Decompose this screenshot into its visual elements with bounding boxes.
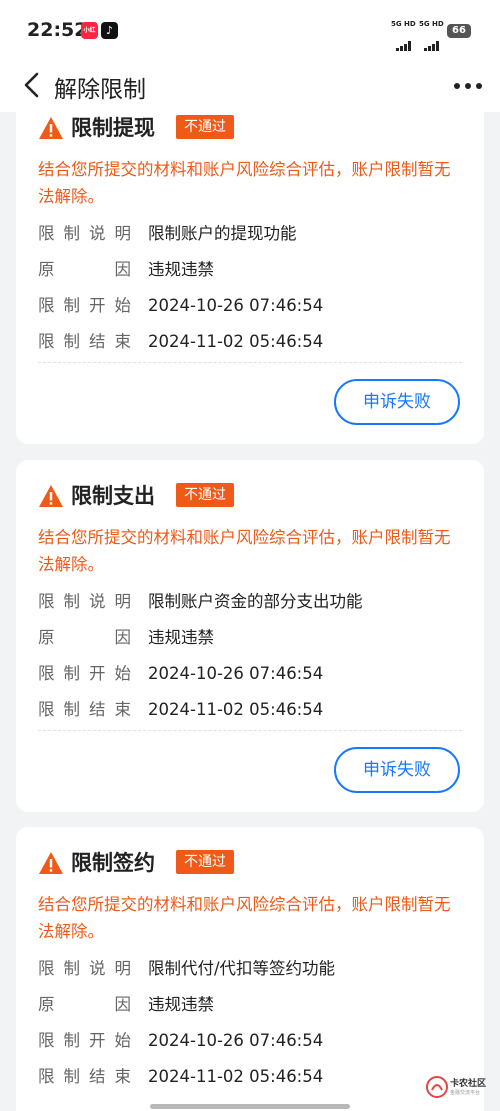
detail-key: 原因 <box>38 628 131 647</box>
detail-value: 违规违禁 <box>148 995 214 1014</box>
detail-row: 限制开始 2024-10-26 07:46:54 <box>38 288 462 324</box>
detail-key: 限制说明 <box>38 224 131 243</box>
divider <box>38 362 462 363</box>
warning-icon <box>39 117 63 139</box>
detail-row: 原因 违规违禁 <box>38 987 462 1023</box>
appeal-failed-button[interactable]: 申诉失败 <box>334 747 460 793</box>
card-title: 限制支出 <box>71 484 155 508</box>
detail-value: 2024-10-26 07:46:54 <box>148 296 324 315</box>
appeal-failed-button[interactable]: 申诉失败 <box>334 379 460 425</box>
more-dots-icon[interactable] <box>452 76 484 96</box>
status-badge: 不通过 <box>176 115 234 139</box>
content-scroll[interactable]: 限制提现 不通过 结合您所提交的材料和账户风险综合评估，账户限制暂无法解除。 限… <box>0 112 500 1111</box>
detail-row: 限制开始 2024-10-26 07:46:54 <box>38 656 462 692</box>
status-bar: 22:52 小红书 ♪ 5G HD 5G HD 66 <box>0 0 500 60</box>
watermark-text: 卡农社区 <box>450 1079 487 1089</box>
detail-key: 限制说明 <box>38 959 131 978</box>
card-description: 结合您所提交的材料和账户风险综合评估，账户限制暂无法解除。 <box>38 528 451 574</box>
restriction-card-withdraw: 限制提现 不通过 结合您所提交的材料和账户风险综合评估，账户限制暂无法解除。 限… <box>16 112 484 444</box>
watermark-subtext: 金融交流平台 <box>450 1090 481 1096</box>
detail-key: 原因 <box>38 995 131 1014</box>
warning-icon <box>39 852 63 874</box>
signal-label-2: 5G HD <box>419 20 444 28</box>
battery-icon: 66 <box>447 24 471 38</box>
card-description: 结合您所提交的材料和账户风险综合评估，账户限制暂无法解除。 <box>38 895 451 941</box>
status-badge: 不通过 <box>176 850 234 874</box>
card-title: 限制提现 <box>71 116 155 140</box>
status-time: 22:52 <box>27 19 88 41</box>
detail-value: 2024-11-02 05:46:54 <box>148 332 324 351</box>
detail-key: 限制开始 <box>38 296 131 315</box>
detail-value: 违规违禁 <box>148 628 214 647</box>
page-title: 解除限制 <box>54 77 146 103</box>
detail-value: 2024-10-26 07:46:54 <box>148 664 324 683</box>
detail-row: 限制结束 2024-11-02 05:46:54 <box>38 1059 462 1095</box>
restriction-card-expense: 限制支出 不通过 结合您所提交的材料和账户风险综合评估，账户限制暂无法解除。 限… <box>16 460 484 812</box>
chevron-left-icon[interactable] <box>18 70 48 100</box>
card-title: 限制签约 <box>71 851 155 875</box>
restriction-card-signing: 限制签约 不通过 结合您所提交的材料和账户风险综合评估，账户限制暂无法解除。 限… <box>16 827 484 1111</box>
detail-value: 2024-10-26 07:46:54 <box>148 1031 324 1050</box>
detail-row: 限制结束 2024-11-02 05:46:54 <box>38 324 462 360</box>
detail-key: 限制结束 <box>38 700 131 719</box>
detail-row: 限制结束 2024-11-02 05:46:54 <box>38 692 462 728</box>
detail-key: 限制结束 <box>38 1067 131 1086</box>
detail-value: 限制账户的提现功能 <box>148 224 297 243</box>
nav-bar: 解除限制 <box>0 60 500 112</box>
detail-value: 限制代付/代扣等签约功能 <box>148 959 336 978</box>
detail-row: 原因 违规违禁 <box>38 620 462 656</box>
watermark: 卡农社区 金融交流平台 <box>426 1074 498 1102</box>
detail-value: 违规违禁 <box>148 260 214 279</box>
detail-row: 原因 违规违禁 <box>38 252 462 288</box>
signal-icon: 5G HD <box>391 20 417 51</box>
warning-icon <box>39 485 63 507</box>
status-badge: 不通过 <box>176 483 234 507</box>
detail-row: 限制说明 限制账户的提现功能 <box>38 216 462 252</box>
detail-row: 限制开始 2024-10-26 07:46:54 <box>38 1023 462 1059</box>
detail-row: 限制说明 限制账户资金的部分支出功能 <box>38 584 462 620</box>
detail-key: 限制开始 <box>38 1031 131 1050</box>
detail-key: 限制开始 <box>38 664 131 683</box>
detail-value: 限制账户资金的部分支出功能 <box>148 592 363 611</box>
detail-row: 限制说明 限制代付/代扣等签约功能 <box>38 951 462 987</box>
signal-label-1: 5G HD <box>391 20 416 28</box>
divider <box>38 730 462 731</box>
kanong-logo-icon <box>426 1076 448 1098</box>
detail-key: 限制结束 <box>38 332 131 351</box>
home-indicator[interactable] <box>150 1104 350 1109</box>
detail-key: 限制说明 <box>38 592 131 611</box>
tiktok-icon: ♪ <box>101 22 118 39</box>
signal-icon: 5G HD <box>419 20 445 51</box>
detail-value: 2024-11-02 05:46:54 <box>148 1067 324 1086</box>
detail-value: 2024-11-02 05:46:54 <box>148 700 324 719</box>
xiaohongshu-icon: 小红书 <box>81 22 98 51</box>
card-description: 结合您所提交的材料和账户风险综合评估，账户限制暂无法解除。 <box>38 160 451 206</box>
detail-key: 原因 <box>38 260 131 279</box>
